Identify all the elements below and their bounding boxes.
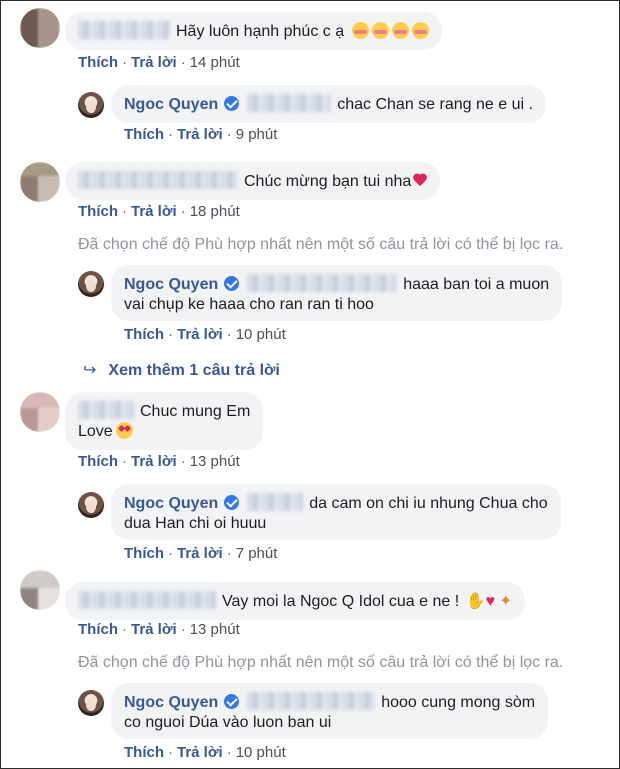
reply-author[interactable]: Ngoc Quyen [124, 495, 218, 512]
ngoc-quyen-avatar[interactable] [78, 690, 104, 716]
comment-thread: Hãy luôn hạnh phúc c ạ Thích · Trả lời · 14 … [0, 0, 620, 769]
reply-actions: Thích · Trả lời · 7 phút [124, 545, 278, 562]
see-more-label: Xem thêm 1 câu trả lời [108, 362, 280, 379]
comment-text: Hãy luôn hạnh phúc c ạ [176, 23, 345, 40]
commenter-avatar[interactable] [20, 570, 60, 610]
like-button[interactable]: Thích [124, 744, 164, 761]
comment-bubble: Vay moi la Ngoc Q Idol cua e ne ! ✋♥ ✦ [65, 582, 526, 620]
reply-text-line1: hooo cung mong sòm [381, 694, 536, 711]
comment-bubble: Chúc mừng bạn tui nha [65, 162, 441, 200]
comment-text-line2: Love [78, 423, 113, 440]
clapping-hands-icon: ✋ [465, 593, 486, 610]
verified-badge-icon [224, 276, 240, 291]
reply-button[interactable]: Trả lời [177, 744, 223, 761]
like-button[interactable]: Thích [78, 203, 118, 220]
ngoc-quyen-avatar[interactable] [78, 492, 104, 518]
redacted-name[interactable] [78, 401, 134, 419]
reply-text: chac Chan se rang ne e ui . [337, 96, 533, 113]
redacted-name[interactable] [247, 493, 304, 511]
smiling-face-with-hearts-icon [371, 22, 389, 39]
ngoc-quyen-avatar[interactable] [78, 92, 104, 118]
reply-button[interactable]: Trả lời [177, 126, 223, 143]
redacted-name[interactable] [78, 591, 216, 609]
reply-button[interactable]: Trả lời [131, 203, 177, 220]
comment-bubble: Chuc mung Em Love [65, 392, 264, 450]
comment-actions: Thích · Trả lời · 18 phút [78, 203, 240, 220]
comment-actions: Thích · Trả lời · 14 phút [78, 54, 240, 71]
reply-button[interactable]: Trả lời [131, 54, 177, 71]
reply-actions: Thích · Trả lời · 10 phút [124, 744, 286, 761]
verified-badge-icon [224, 495, 240, 510]
reply-text-line2: vai chụp ke haaa cho ran ran ti hoo [124, 296, 374, 313]
smiling-face-with-hearts-icon [351, 22, 369, 39]
ngoc-quyen-avatar[interactable] [78, 271, 104, 297]
comment-actions: Thích · Trả lời · 13 phút [78, 621, 240, 638]
reply-timestamp[interactable]: 10 phút [236, 744, 286, 761]
commenter-avatar[interactable] [20, 8, 60, 48]
comment-bubble: Hãy luôn hạnh phúc c ạ [65, 12, 442, 50]
reply-timestamp[interactable]: 9 phút [236, 126, 278, 143]
reply-bubble: Ngoc Quyen hooo cung mong sòm co nguoi Dú… [111, 683, 549, 739]
reply-button[interactable]: Trả lời [177, 326, 223, 343]
commenter-avatar[interactable] [20, 162, 60, 202]
comment-timestamp[interactable]: 18 phút [190, 203, 240, 220]
like-button[interactable]: Thích [124, 326, 164, 343]
red-heart-icon [413, 174, 427, 187]
commenter-avatar[interactable] [20, 392, 60, 432]
comment-text: Vay moi la Ngoc Q Idol cua e ne ! [222, 593, 460, 610]
two-hearts-icon: ♥ [485, 593, 496, 610]
filter-notice: Đã chọn chế độ Phù hợp nhất nên một số c… [78, 654, 564, 671]
comment-actions: Thích · Trả lời · 13 phút [78, 453, 240, 470]
redacted-name[interactable] [247, 274, 398, 292]
reply-bubble: Ngoc Quyen da cam on chi iu nhung Chua ch… [111, 484, 561, 540]
redacted-name[interactable] [247, 94, 332, 112]
reply-text-line1: haaa ban toi a muon [403, 276, 550, 293]
comment-timestamp[interactable]: 13 phút [190, 621, 240, 638]
like-button[interactable]: Thích [78, 54, 118, 71]
reply-button[interactable]: Trả lời [131, 621, 177, 638]
comment-timestamp[interactable]: 13 phút [190, 453, 240, 470]
comment-text-line1: Chuc mung Em [140, 403, 251, 420]
smiling-face-with-hearts-icon [391, 22, 409, 39]
like-button[interactable]: Thích [78, 453, 118, 470]
reply-bubble: Ngoc Quyen haaa ban toi a muon vai chụp k… [111, 265, 563, 321]
verified-badge-icon [224, 694, 240, 709]
heart-eyes-icon [115, 422, 133, 439]
redacted-name[interactable] [78, 21, 170, 39]
comment-text: Chúc mừng bạn tui nha [244, 173, 412, 190]
reply-timestamp[interactable]: 7 phút [236, 545, 278, 562]
reply-arrow-icon: ↪ [83, 362, 97, 379]
reply-text-line2: dua Han chi oi huuu [124, 515, 267, 532]
reply-bubble: Ngoc Quyen chac Chan se rang ne e ui . [111, 85, 546, 123]
reply-text-line1: da cam on chi iu nhung Chua cho [309, 495, 548, 512]
redacted-name[interactable] [247, 692, 376, 710]
like-button[interactable]: Thích [124, 126, 164, 143]
reply-button[interactable]: Trả lời [177, 545, 223, 562]
redacted-name[interactable] [78, 171, 238, 189]
verified-badge-icon [224, 96, 240, 111]
smiling-face-with-hearts-icon [411, 22, 429, 39]
like-button[interactable]: Thích [124, 545, 164, 562]
reply-button[interactable]: Trả lời [131, 453, 177, 470]
like-button[interactable]: Thích [78, 621, 118, 638]
filter-notice: Đã chọn chế độ Phù hợp nhất nên một số c… [78, 236, 564, 253]
reply-timestamp[interactable]: 10 phút [236, 326, 286, 343]
reply-text-line2: co nguoi Dúa vào luon ban ui [124, 714, 332, 731]
reply-actions: Thích · Trả lời · 10 phút [124, 326, 286, 343]
reply-actions: Thích · Trả lời · 9 phút [124, 126, 278, 143]
reply-author[interactable]: Ngoc Quyen [124, 276, 218, 293]
reply-author[interactable]: Ngoc Quyen [124, 694, 218, 711]
party-popper-icon: ✦ [499, 593, 513, 610]
reply-author[interactable]: Ngoc Quyen [124, 96, 218, 113]
see-more-replies-link[interactable]: ↪ Xem thêm 1 câu trả lời [83, 360, 280, 380]
comment-timestamp[interactable]: 14 phút [190, 54, 240, 71]
